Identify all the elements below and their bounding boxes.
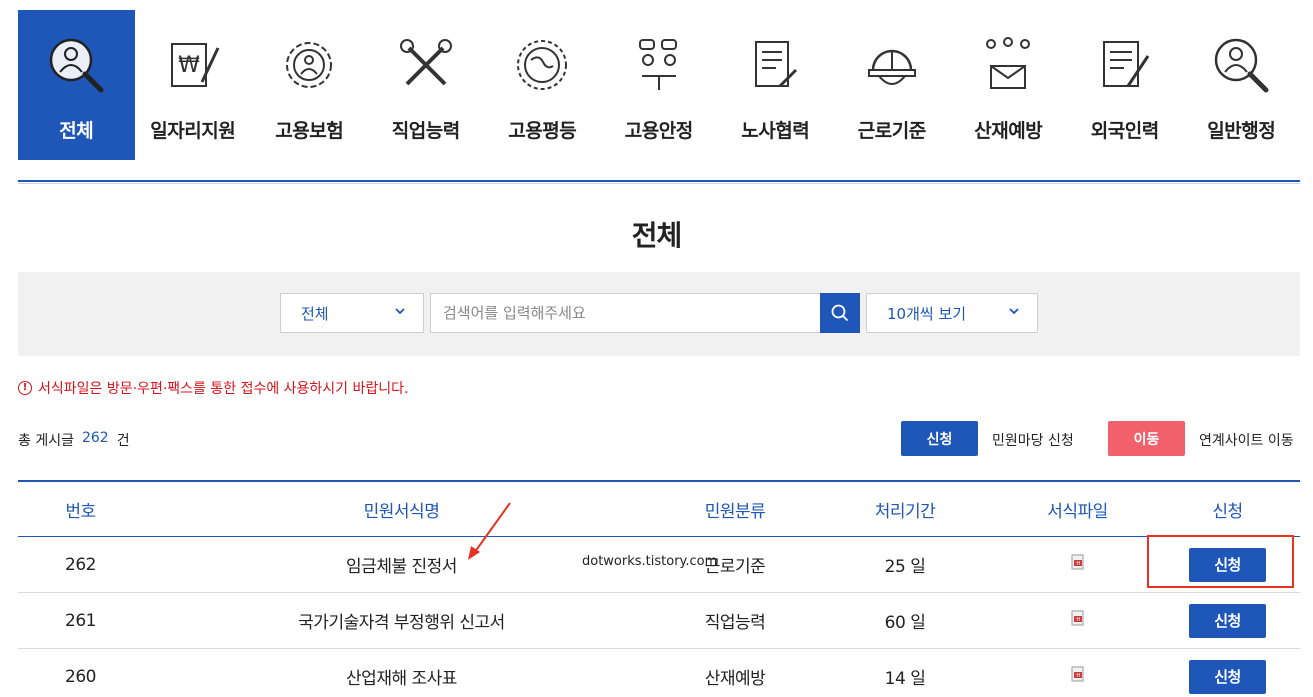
category-employment-stability[interactable]: 고용안정 — [601, 10, 718, 160]
globe-icon — [511, 34, 573, 96]
alert-icon: ! — [18, 381, 32, 395]
row-number: 261 — [65, 610, 96, 631]
table-header: 번호 민원서식명 민원분류 처리기간 서식파일 신청 — [18, 482, 1300, 537]
chevron-down-icon — [1009, 308, 1019, 315]
category-select-value: 전체 — [301, 304, 329, 323]
row-number: 260 — [65, 666, 96, 687]
total-number: 262 — [81, 430, 109, 446]
category-label: 고용안정 — [624, 120, 693, 142]
svg-text:₩: ₩ — [178, 53, 200, 78]
header-category: 민원분류 — [704, 501, 766, 522]
legend-apply-badge: 신청 — [901, 421, 978, 456]
category-select[interactable]: 전체 — [280, 293, 424, 333]
search-button[interactable] — [820, 293, 860, 333]
notice-text: 서식파일은 방문·우편·팩스를 통한 접수에 사용하시기 바랍니다. — [38, 381, 409, 397]
category-label: 고용평등 — [508, 120, 577, 142]
category-accident-prevention[interactable]: 산재예방 — [950, 10, 1067, 160]
tools-icon — [395, 34, 457, 96]
forms-table: 번호 민원서식명 민원분류 처리기간 서식파일 신청 262 임금체불 진정서 … — [18, 480, 1300, 697]
category-label: 노사협력 — [741, 120, 810, 142]
search-bar: 전체 10개씩 보기 — [18, 272, 1300, 356]
row-file: H — [1000, 554, 1155, 575]
header-file: 서식파일 — [1047, 501, 1108, 522]
header-apply: 신청 — [1212, 501, 1243, 522]
category-job-support[interactable]: ₩ 일자리지원 — [135, 10, 252, 160]
category-label: 일자리지원 — [150, 120, 236, 142]
apply-button[interactable]: 신청 — [1189, 603, 1266, 638]
row-period: 25 일 — [884, 557, 926, 577]
category-label: 전체 — [59, 120, 94, 142]
row-category: 직업능력 — [704, 613, 766, 633]
category-equality[interactable]: 고용평등 — [484, 10, 601, 160]
category-employment-insurance[interactable]: 고용보험 — [251, 10, 368, 160]
file-download-icon[interactable]: H — [1071, 666, 1085, 682]
search-input[interactable] — [430, 293, 821, 333]
people-mail-icon — [977, 34, 1039, 96]
search-icon — [831, 304, 849, 322]
header-form-name: 민원서식명 — [363, 501, 440, 522]
row-category: 산재예방 — [704, 669, 766, 689]
total-count: 총 게시글 262 건 — [18, 430, 130, 450]
header-number: 번호 — [65, 501, 96, 522]
watermark: dotworks.tistory.com — [582, 554, 718, 569]
total-suffix: 건 — [116, 433, 130, 449]
row-period: 14 일 — [884, 669, 926, 689]
legend-apply-text: 민원마당 신청 — [992, 433, 1074, 449]
row-period: 60 일 — [884, 613, 926, 633]
page-size-select[interactable]: 10개씩 보기 — [866, 293, 1038, 333]
person-magnifier-icon — [1210, 34, 1272, 96]
category-labor-standards[interactable]: 근로기준 — [834, 10, 951, 160]
row-file: H — [1000, 610, 1155, 631]
file-download-icon[interactable]: H — [1071, 610, 1085, 626]
row-form-name[interactable]: 산업재해 조사표 — [143, 664, 660, 689]
row-form-name[interactable]: 국가기술자격 부정행위 신고서 — [143, 608, 660, 633]
apply-button[interactable]: 신청 — [1189, 659, 1266, 694]
table-row: 262 임금체불 진정서 근로기준 25 일 H 신청 dotworks.tis… — [18, 537, 1300, 593]
category-label: 근로기준 — [857, 120, 926, 142]
category-nav: 전체 ₩ 일자리지원 고용보험 직업능력 고용평등 고용안정 노사협력 근로기준… — [18, 10, 1300, 160]
file-download-icon[interactable]: H — [1071, 554, 1085, 570]
category-general-admin[interactable]: 일반행정 — [1183, 10, 1300, 160]
category-labor-cooperation[interactable]: 노사협력 — [717, 10, 834, 160]
won-document-pen-icon: ₩ — [162, 34, 224, 96]
form-pen-icon — [1094, 34, 1156, 96]
page-size-value: 10개씩 보기 — [887, 304, 967, 323]
divider — [18, 180, 1300, 184]
header-period: 처리기간 — [874, 501, 936, 522]
category-job-skills[interactable]: 직업능력 — [368, 10, 485, 160]
chevron-down-icon — [395, 308, 405, 315]
page-title: 전체 — [631, 219, 683, 252]
category-label: 일반행정 — [1207, 120, 1276, 142]
total-prefix: 총 게시글 — [18, 433, 74, 449]
legend-move-text: 연계사이트 이동 — [1199, 433, 1294, 449]
person-magnifier-icon — [45, 34, 107, 96]
highlight-box — [1147, 535, 1294, 588]
gear-person-icon — [278, 34, 340, 96]
notice: ! 서식파일은 방문·우편·팩스를 통한 접수에 사용하시기 바랍니다. — [18, 378, 408, 398]
category-label: 외국인력 — [1090, 120, 1159, 142]
table-row: 260 산업재해 조사표 산재예방 14 일 H 신청 — [18, 649, 1300, 697]
row-file: H — [1000, 666, 1155, 687]
row-number: 262 — [65, 554, 96, 575]
category-label: 산재예방 — [974, 120, 1043, 142]
table-row: 261 국가기술자격 부정행위 신고서 직업능력 60 일 H 신청 — [18, 593, 1300, 649]
hard-hat-icon — [861, 34, 923, 96]
meeting-people-icon — [628, 34, 690, 96]
category-all[interactable]: 전체 — [18, 10, 135, 160]
contract-pen-icon — [744, 34, 806, 96]
category-label: 직업능력 — [391, 120, 460, 142]
category-label: 고용보험 — [275, 120, 344, 142]
annotation-arrow-icon — [468, 502, 511, 560]
legend-move-badge: 이동 — [1108, 421, 1185, 456]
category-foreign-workforce[interactable]: 외국인력 — [1067, 10, 1184, 160]
